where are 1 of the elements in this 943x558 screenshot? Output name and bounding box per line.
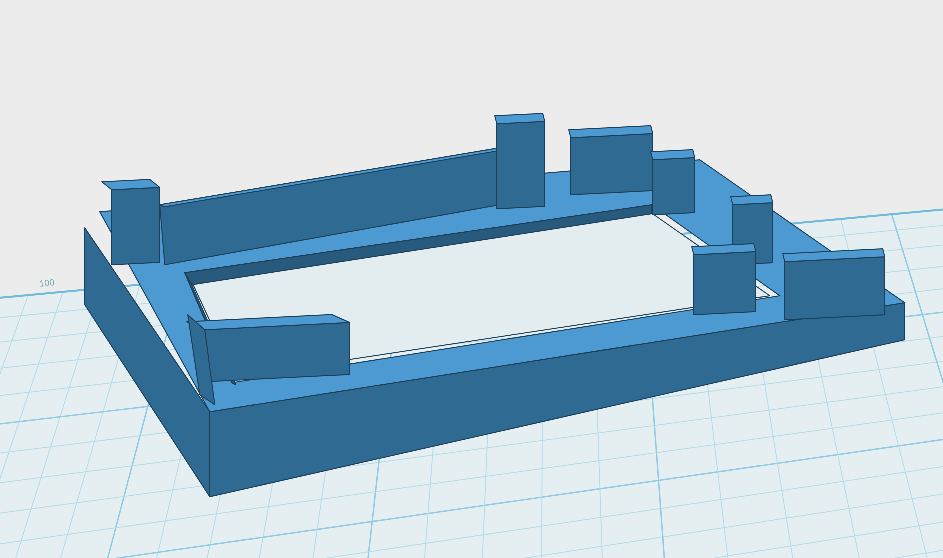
grid-scale-label: 100 [39,277,56,289]
